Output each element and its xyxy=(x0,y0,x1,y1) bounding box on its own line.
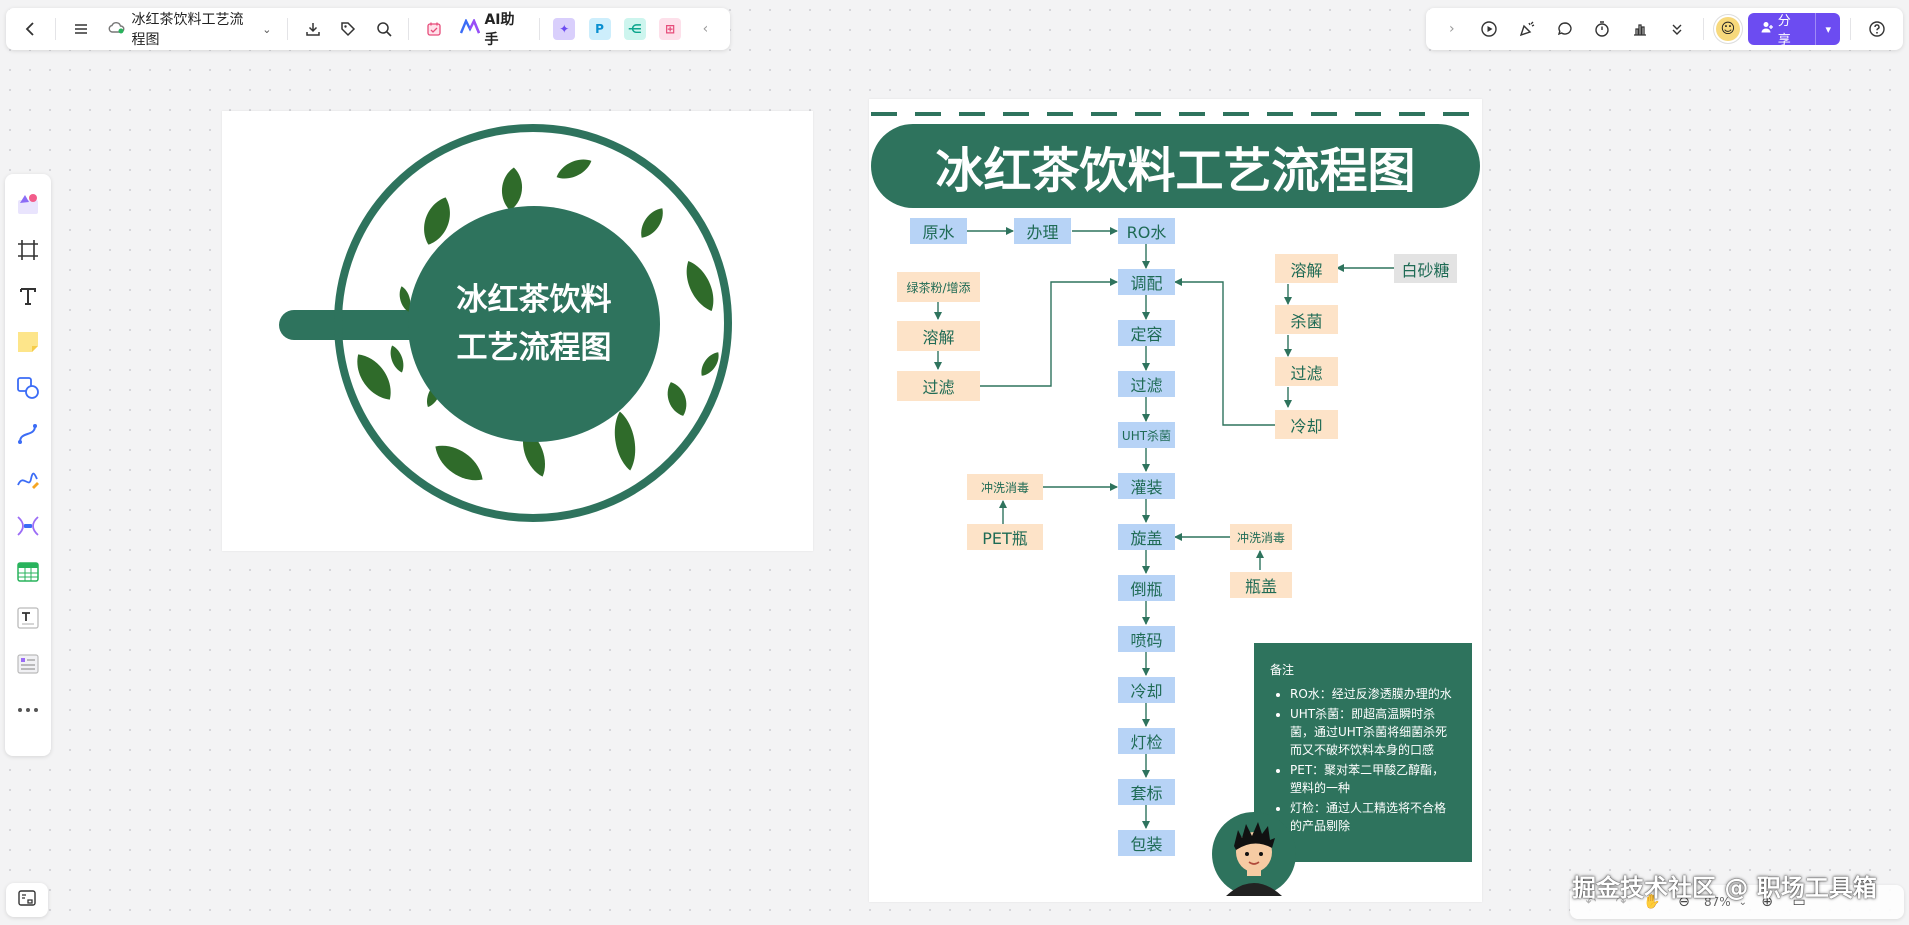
node-cool-right[interactable]: 冷却 xyxy=(1275,410,1338,439)
node-light-check[interactable]: 灯检 xyxy=(1118,728,1175,754)
note-list: RO水：经过反渗透膜办理的水 UHT杀菌：即超高温瞬时杀菌，通过UHT杀菌将细菌… xyxy=(1270,685,1456,835)
back-icon[interactable] xyxy=(16,13,45,45)
share-label: 分享 xyxy=(1777,14,1791,45)
collapse-left-icon[interactable]: ‹ xyxy=(691,13,720,45)
document-title-dropdown[interactable]: 冰红茶饮料工艺流程图 ⌄ xyxy=(101,12,277,48)
note-item: RO水：经过反渗透膜办理的水 xyxy=(1290,685,1456,703)
document-title: 冰红茶饮料工艺流程图 xyxy=(131,12,244,48)
poster-title-line1: 冰红茶饮料 xyxy=(456,282,612,318)
chevron-down-icon: ⌄ xyxy=(262,22,272,36)
node-code[interactable]: 喷码 xyxy=(1118,626,1175,652)
node-dissolve-left[interactable]: 溶解 xyxy=(897,321,980,351)
node-mix[interactable]: 调配 xyxy=(1118,269,1175,295)
poster-title-circle[interactable]: 冰红茶饮料 工艺流程图 xyxy=(408,206,660,442)
text-box-tool-icon[interactable] xyxy=(10,596,46,640)
note-item: 灯检：通过人工精选将不合格的产品剔除 xyxy=(1290,799,1456,835)
node-pack[interactable]: 包装 xyxy=(1118,830,1175,856)
divider xyxy=(1703,18,1705,40)
cloud-sync-icon xyxy=(107,20,125,38)
node-wash-cap[interactable]: 冲洗消毒 xyxy=(1230,524,1292,550)
divider xyxy=(55,18,57,40)
top-right-toolbar: › ☺ 分享 ▾ xyxy=(1426,8,1903,50)
tag-icon[interactable] xyxy=(334,13,363,45)
comment-icon[interactable] xyxy=(1549,13,1581,45)
node-cap-item[interactable]: 瓶盖 xyxy=(1230,572,1292,598)
flowchart-title[interactable]: 冰红茶饮料工艺流程图 xyxy=(871,124,1480,208)
node-invert[interactable]: 倒瓶 xyxy=(1118,575,1175,601)
node-label[interactable]: 套标 xyxy=(1118,779,1175,805)
ai-assistant-label: AI助手 xyxy=(484,12,515,48)
share-button: 分享 ▾ xyxy=(1747,13,1841,45)
cartoon-avatar-icon xyxy=(1212,812,1296,896)
image-generate-icon[interactable]: ✦ xyxy=(550,13,579,45)
ai-logo-icon xyxy=(460,18,481,39)
share-dropdown-chevron-icon[interactable]: ▾ xyxy=(1814,13,1841,45)
node-tea-powder[interactable]: 绿茶粉/增添 xyxy=(897,272,980,302)
node-uht[interactable]: UHT杀菌 xyxy=(1118,422,1175,448)
more-down-icon[interactable] xyxy=(1661,13,1693,45)
vote-icon[interactable] xyxy=(1624,13,1656,45)
mindmap-icon[interactable]: ⋲ xyxy=(620,13,649,45)
user-add-icon xyxy=(1760,20,1774,38)
watermark: 掘金技术社区 @ 职场工具箱 xyxy=(1572,874,1877,902)
pen-tool-icon[interactable] xyxy=(10,458,46,502)
calendar-icon[interactable] xyxy=(419,13,448,45)
node-cool-main[interactable]: 冷却 xyxy=(1118,677,1175,703)
ai-assistant-button[interactable]: AI助手 xyxy=(454,12,528,48)
share-main-button[interactable]: 分享 xyxy=(1748,13,1815,45)
templates-icon[interactable] xyxy=(10,182,46,226)
node-sterilize-right[interactable]: 杀菌 xyxy=(1275,305,1338,334)
node-fill[interactable]: 灌装 xyxy=(1118,473,1175,499)
mindmap-tool-icon[interactable] xyxy=(10,504,46,548)
poster-title-line2: 工艺流程图 xyxy=(456,330,612,366)
user-avatar[interactable]: ☺ xyxy=(1714,15,1742,43)
left-tools-toolbar xyxy=(5,174,51,756)
sticky-note-icon[interactable] xyxy=(10,320,46,364)
menu-icon[interactable] xyxy=(66,13,95,45)
text-tool-icon[interactable] xyxy=(10,274,46,318)
note-heading: 备注 xyxy=(1270,663,1295,677)
minimap-icon xyxy=(17,889,37,911)
connector-tool-icon[interactable] xyxy=(10,412,46,456)
node-constant-volume[interactable]: 定容 xyxy=(1118,320,1175,346)
node-filter-right[interactable]: 过滤 xyxy=(1275,357,1338,386)
presentation-icon[interactable]: P xyxy=(585,13,614,45)
frame-tool-icon[interactable] xyxy=(10,228,46,272)
node-filter-left[interactable]: 过滤 xyxy=(897,371,980,401)
expand-right-icon[interactable]: › xyxy=(1436,13,1468,45)
note-item: PET：聚对苯二甲酸乙醇酯，塑料的一种 xyxy=(1290,761,1456,797)
note-item: UHT杀菌：即超高温瞬时杀菌，通过UHT杀菌将细菌杀死而又不破坏饮料本身的口感 xyxy=(1290,705,1456,759)
node-wash-bottle[interactable]: 冲洗消毒 xyxy=(967,474,1043,500)
divider xyxy=(1850,18,1852,40)
node-treat[interactable]: 办理 xyxy=(1014,218,1071,244)
top-left-toolbar: 冰红茶饮料工艺流程图 ⌄ AI助手 ✦ P ⋲ ⊞ ‹ xyxy=(6,8,730,50)
play-icon[interactable] xyxy=(1474,13,1506,45)
help-icon[interactable] xyxy=(1861,13,1893,45)
more-tools-icon[interactable] xyxy=(10,688,46,732)
node-ro-water[interactable]: RO水 xyxy=(1118,218,1175,244)
node-pet-bottle[interactable]: PET瓶 xyxy=(967,524,1043,550)
search-icon[interactable] xyxy=(369,13,398,45)
divider xyxy=(408,18,410,40)
table-tool-icon[interactable] xyxy=(10,550,46,594)
timer-icon[interactable] xyxy=(1586,13,1618,45)
minimap-toggle-button[interactable] xyxy=(6,883,48,917)
flowchart-icon[interactable]: ⊞ xyxy=(655,13,684,45)
divider xyxy=(287,18,289,40)
node-dissolve-right[interactable]: 溶解 xyxy=(1275,254,1338,283)
shape-tool-icon[interactable] xyxy=(10,366,46,410)
card-tool-icon[interactable] xyxy=(10,642,46,686)
download-icon[interactable] xyxy=(298,13,327,45)
node-raw-water[interactable]: 原水 xyxy=(910,218,967,244)
node-filter-main[interactable]: 过滤 xyxy=(1118,371,1175,397)
node-sugar[interactable]: 白砂糖 xyxy=(1394,254,1457,283)
node-cap[interactable]: 旋盖 xyxy=(1118,524,1175,550)
celebrate-icon[interactable] xyxy=(1511,13,1543,45)
divider xyxy=(538,18,540,40)
